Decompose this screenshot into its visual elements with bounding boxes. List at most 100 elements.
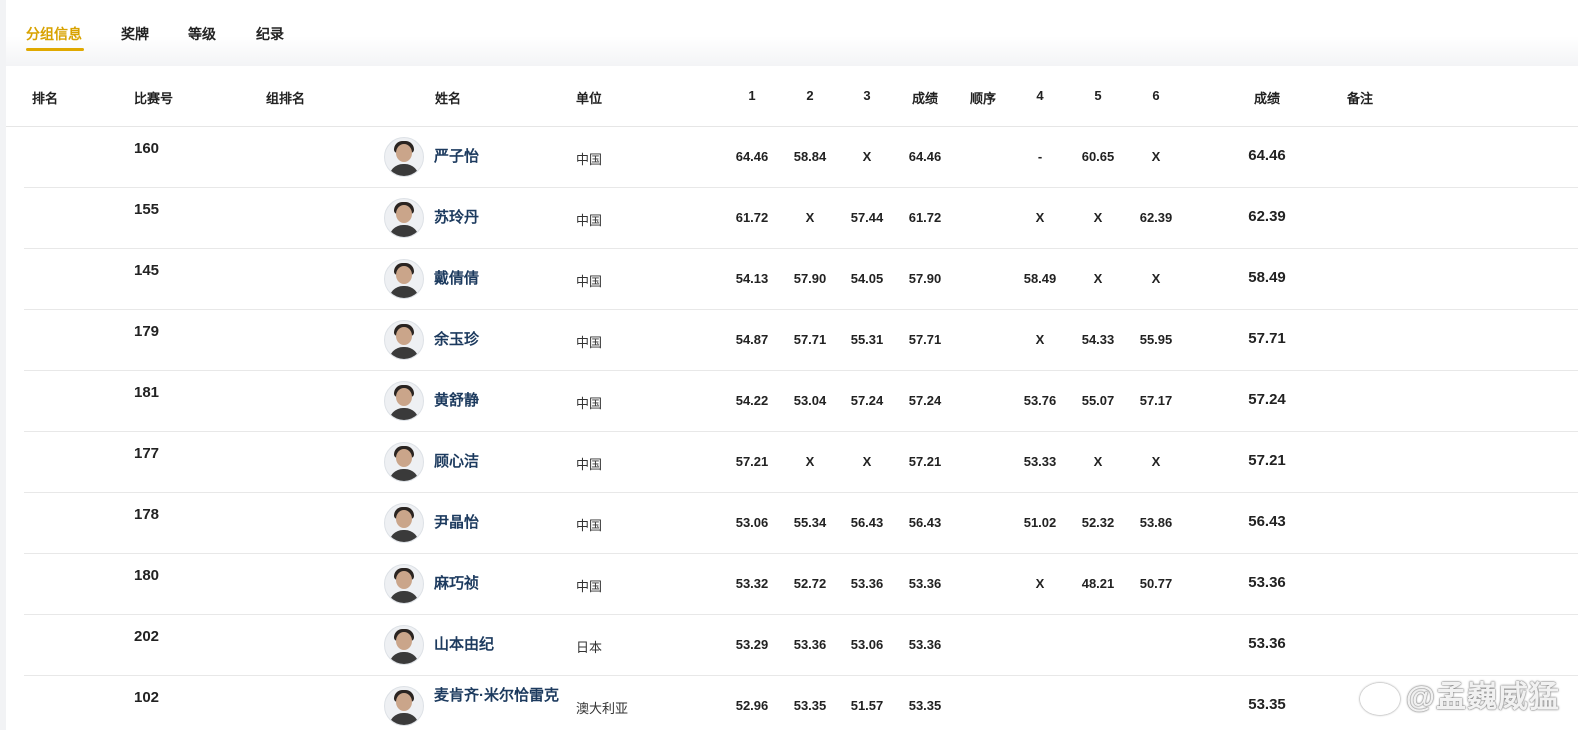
col-rank: 排名 — [32, 91, 59, 106]
trial-t2: 57.71 — [793, 332, 827, 347]
athlete-photo — [384, 137, 424, 177]
bib-number: 155 — [134, 201, 160, 218]
final-result: 64.46 — [1248, 147, 1286, 164]
bib-number: 179 — [134, 323, 160, 340]
trial-t3: 57.44 — [850, 210, 884, 225]
trial-t5: 52.32 — [1081, 515, 1115, 530]
trial-t2: X — [805, 454, 815, 469]
col-trial-1: 1 — [748, 88, 756, 103]
col-order: 顺序 — [969, 91, 997, 106]
trial-mid: 57.71 — [908, 332, 942, 347]
trial-t1: 57.21 — [735, 454, 769, 469]
col-name: 姓名 — [435, 91, 462, 106]
athlete-photo — [384, 198, 424, 238]
final-result: 57.71 — [1248, 330, 1286, 347]
tab-group-info[interactable]: 分组信息 — [26, 24, 84, 54]
trial-t4: 53.33 — [1023, 454, 1057, 469]
athlete-photo — [384, 381, 424, 421]
final-result: 62.39 — [1248, 208, 1286, 225]
trial-t2: 52.72 — [793, 576, 827, 591]
final-result: 53.35 — [1248, 696, 1286, 713]
col-result: 成绩 — [1253, 91, 1281, 106]
trial-t3: X — [862, 454, 872, 469]
athlete-name[interactable]: 苏玲丹 — [434, 208, 479, 228]
athlete-name[interactable]: 顾心洁 — [434, 452, 479, 472]
table-row: 160 严子怡 中国 64.46 58.84 X 64.46 - 60.65 X 64.46 — [24, 127, 1578, 188]
trial-t3: 57.24 — [850, 393, 884, 408]
table-row: 202 山本由纪 日本 53.29 53.36 53.06 53.36 53.36 — [24, 615, 1578, 676]
table-row: 179 余玉珍 中国 54.87 57.71 55.31 57.71 X 54.33 55.95 5… — [24, 310, 1578, 371]
table-header: 排名 比赛号 组排名 姓名 单位 1 2 3 成绩 顺序 4 5 6 成绩 备注 — [6, 66, 1578, 127]
trial-t2: 53.35 — [793, 698, 827, 713]
col-mid-result: 成绩 — [911, 91, 939, 106]
trial-t5: 54.33 — [1081, 332, 1115, 347]
trial-t5: 48.21 — [1081, 576, 1115, 591]
tab-records[interactable]: 纪录 — [256, 24, 284, 54]
athlete-name[interactable]: 黄舒静 — [434, 391, 479, 411]
bib-number: 145 — [134, 262, 160, 279]
trial-t6: X — [1151, 271, 1161, 286]
athlete-photo — [384, 259, 424, 299]
table-row: 181 黄舒静 中国 54.22 53.04 57.24 57.24 53.76 55.07 57… — [24, 371, 1578, 432]
table-row: 155 苏玲丹 中国 61.72 X 57.44 61.72 X X 62.39 62.39 — [24, 188, 1578, 249]
trial-mid: 57.24 — [908, 393, 942, 408]
trial-t3: 51.57 — [850, 698, 884, 713]
athlete-unit: 中国 — [576, 152, 603, 167]
trial-mid: 56.43 — [908, 515, 942, 530]
athlete-unit: 中国 — [576, 579, 603, 594]
trial-t6: 55.95 — [1139, 332, 1173, 347]
table-row: 178 尹晶怡 中国 53.06 55.34 56.43 56.43 51.02 52.32 53… — [24, 493, 1578, 554]
trial-t1: 53.29 — [735, 637, 769, 652]
trial-t3: 56.43 — [850, 515, 884, 530]
trial-t6: X — [1151, 149, 1161, 164]
athlete-name[interactable]: 麦肯齐·米尔恰雷克 — [434, 686, 564, 706]
athlete-unit: 澳大利亚 — [576, 701, 629, 716]
athlete-name[interactable]: 尹晶怡 — [434, 513, 479, 533]
col-unit: 单位 — [576, 91, 603, 106]
table-row: 177 顾心洁 中国 57.21 X X 57.21 53.33 X X 57.21 — [24, 432, 1578, 493]
trial-t5: 55.07 — [1081, 393, 1115, 408]
trial-t4: X — [1035, 210, 1045, 225]
trial-t3: X — [862, 149, 872, 164]
athlete-unit: 中国 — [576, 457, 603, 472]
athlete-unit: 中国 — [576, 396, 603, 411]
trial-t4: X — [1035, 332, 1045, 347]
trial-t1: 54.22 — [735, 393, 769, 408]
bib-number: 178 — [134, 506, 160, 523]
athlete-name[interactable]: 严子怡 — [434, 147, 479, 167]
athlete-photo — [384, 503, 424, 543]
trial-mid: 57.21 — [908, 454, 942, 469]
col-trial-4: 4 — [1036, 88, 1044, 103]
trial-t6: X — [1151, 454, 1161, 469]
trial-t2: X — [805, 210, 815, 225]
trial-t4: X — [1035, 576, 1045, 591]
trial-mid: 64.46 — [908, 149, 942, 164]
watermark-text: @孟巍威猛 — [1405, 681, 1560, 714]
table-row: 180 麻巧祯 中国 53.32 52.72 53.36 53.36 X 48.21 50.77 5… — [24, 554, 1578, 615]
athlete-photo — [384, 564, 424, 604]
col-trial-2: 2 — [806, 88, 814, 103]
athlete-name[interactable]: 山本由纪 — [434, 635, 494, 655]
athlete-name[interactable]: 麻巧祯 — [434, 574, 479, 594]
athlete-photo — [384, 686, 424, 726]
trial-t3: 55.31 — [850, 332, 884, 347]
trial-mid: 53.36 — [908, 576, 942, 591]
trial-t2: 57.90 — [793, 271, 827, 286]
tab-bar: 分组信息 奖牌 等级 纪录 — [6, 0, 1578, 66]
trial-t2: 53.36 — [793, 637, 827, 652]
trial-t5: X — [1093, 454, 1103, 469]
athlete-name[interactable]: 戴倩倩 — [434, 269, 479, 289]
trial-t1: 64.46 — [735, 149, 769, 164]
trial-t2: 58.84 — [793, 149, 827, 164]
final-result: 53.36 — [1248, 635, 1286, 652]
tab-medals[interactable]: 奖牌 — [121, 24, 149, 54]
trial-t1: 61.72 — [735, 210, 769, 225]
trial-t4: 53.76 — [1023, 393, 1057, 408]
trial-t3: 53.06 — [850, 637, 884, 652]
athlete-name[interactable]: 余玉珍 — [434, 330, 479, 350]
trial-t6: 50.77 — [1139, 576, 1173, 591]
athlete-photo — [384, 442, 424, 482]
trial-t3: 53.36 — [850, 576, 884, 591]
tab-grades[interactable]: 等级 — [188, 24, 216, 54]
final-result: 57.21 — [1248, 452, 1286, 469]
